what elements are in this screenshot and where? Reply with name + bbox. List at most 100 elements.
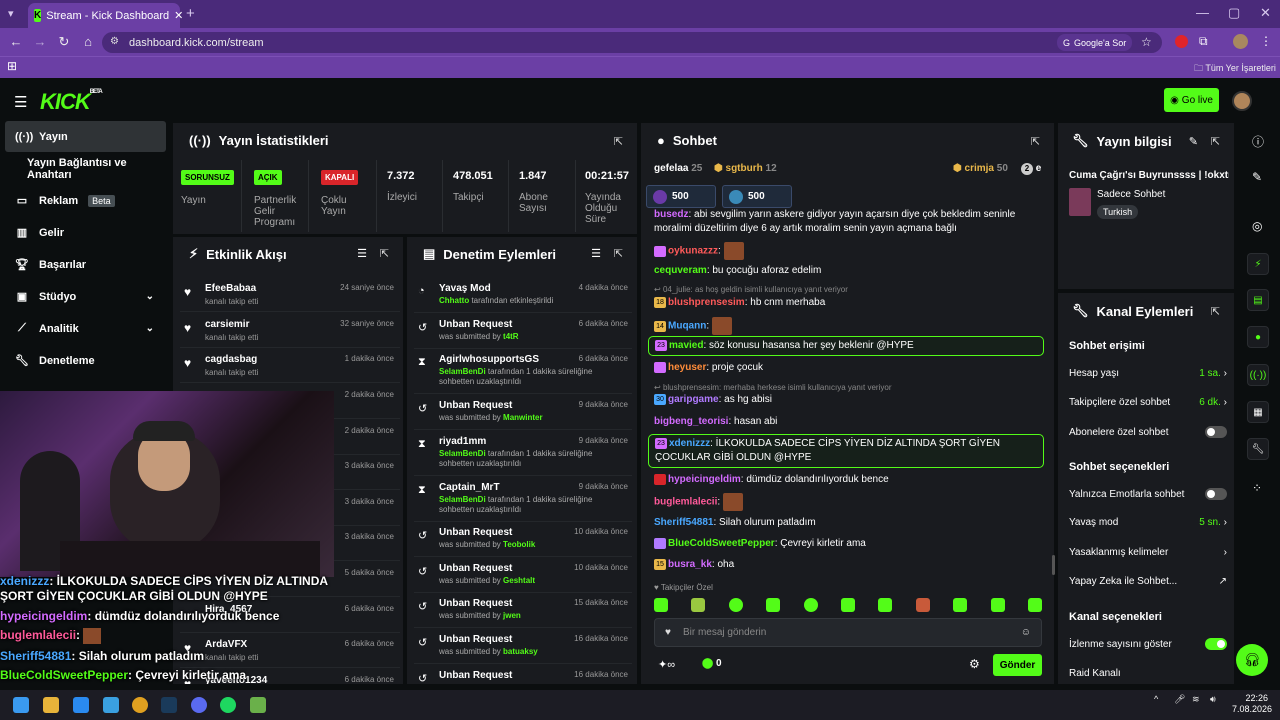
wifi-icon[interactable]: ≋	[1192, 694, 1200, 705]
kick-logo[interactable]: KICKBETA	[40, 89, 103, 115]
emote[interactable]	[803, 598, 818, 612]
all-bookmarks[interactable]: 🗀 Tüm Yer İşaretleri	[1194, 61, 1276, 77]
viewcount-toggle[interactable]	[1205, 638, 1227, 650]
tray-chevron-icon[interactable]: ^	[1154, 694, 1158, 704]
ai-chat-row[interactable]: Yapay Zeka ile Sohbet... ↗	[1069, 576, 1227, 587]
sidebar-item-ads[interactable]: ▭ Reklam Beta	[5, 185, 166, 216]
sidebar-item-achievements[interactable]: 🏆︎ Başarılar	[5, 249, 166, 280]
emote[interactable]	[766, 598, 781, 612]
popout-icon[interactable]: ⇱	[1211, 135, 1220, 148]
close-tab-icon[interactable]: ✕	[174, 9, 183, 22]
emote[interactable]	[878, 598, 893, 612]
popout-icon[interactable]: ⇱	[614, 135, 623, 148]
filter-icon[interactable]: ☰	[357, 247, 367, 260]
chat-user[interactable]: cequveram	[654, 265, 707, 276]
browser-menu-icon[interactable]: ⋮	[1260, 34, 1272, 48]
top-gifter-3[interactable]: ⬢ crimja 50	[953, 163, 1008, 174]
popout-icon[interactable]: ⇱	[380, 247, 389, 260]
chat-settings-icon[interactable]: ⚙	[969, 657, 980, 671]
chat-user[interactable]: hypeicingeldim	[668, 474, 741, 485]
discord-icon[interactable]	[191, 697, 207, 713]
slow-mode-row[interactable]: Yavaş mod 5 sn. ›	[1069, 517, 1227, 528]
edit-icon[interactable]: ✎	[1252, 170, 1262, 184]
forward-icon[interactable]: →	[32, 34, 48, 49]
raid-channel-row[interactable]: Raid Kanalı	[1069, 668, 1227, 679]
banned-words-row[interactable]: Yasaklanmış kelimeler ›	[1069, 547, 1227, 558]
sidebar-item-stream[interactable]: ((·)) Yayın	[5, 121, 166, 152]
emote[interactable]	[654, 598, 668, 612]
camera-icon[interactable]: ◎	[1252, 219, 1262, 233]
send-button[interactable]: Gönder	[993, 654, 1042, 676]
support-headset-icon[interactable]: 🎧︎	[1236, 644, 1268, 676]
pinned-gift-2[interactable]: 500	[722, 185, 792, 208]
steam-icon[interactable]	[161, 697, 177, 713]
minimize-icon[interactable]: —	[1196, 5, 1209, 20]
windows-start-icon[interactable]	[13, 697, 29, 713]
user-avatar[interactable]	[1232, 91, 1252, 111]
emote[interactable]	[728, 598, 743, 612]
sidebar-item-revenue[interactable]: ▥ Gelir	[5, 217, 166, 248]
google-ask-button[interactable]: G Google'a Sor	[1057, 34, 1133, 51]
maximize-icon[interactable]: ▢	[1228, 5, 1240, 21]
reload-icon[interactable]: ↻	[56, 34, 72, 50]
account-age-row[interactable]: Hesap yaşı 1 sa. ›	[1069, 368, 1227, 379]
go-live-button[interactable]: ◉ Go live	[1164, 88, 1219, 112]
home-icon[interactable]: ⌂	[80, 34, 96, 49]
url-input[interactable]: dashboard.kick.com/stream	[102, 32, 1162, 53]
extension-icon[interactable]	[1175, 35, 1188, 48]
menu-hamburger-icon[interactable]: ☰	[14, 93, 27, 111]
chat-user[interactable]: Muqann	[668, 321, 706, 332]
clock[interactable]: 22:26 7.08.2026	[1232, 693, 1272, 715]
top-gifter-1[interactable]: gefelaa 25	[654, 163, 702, 174]
mic-icon[interactable]: 🎤︎	[1174, 694, 1185, 705]
layout-icon[interactable]: ▦	[1247, 401, 1269, 423]
broadcast-icon[interactable]: ((·))	[1247, 364, 1269, 386]
chat-user[interactable]: BlueColdSweetPepper	[668, 538, 775, 549]
document-icon[interactable]: ▤	[1247, 289, 1269, 311]
top-gifter-2[interactable]: ⬢ sgtburh 12	[714, 163, 777, 174]
chat-user[interactable]: blushprensesim	[668, 297, 745, 308]
emote-only-toggle[interactable]	[1205, 488, 1227, 500]
emote[interactable]	[990, 598, 1005, 612]
chat-user[interactable]: mavied	[669, 340, 703, 351]
sidebar-item-studio[interactable]: ▣ Stüdyo ⌄	[5, 281, 166, 312]
followers-only-row[interactable]: Takipçilere özel sohbet 6 dk. ›	[1069, 397, 1227, 408]
spotify-icon[interactable]	[220, 697, 236, 713]
chat-user[interactable]: bigbeng_teorisi	[654, 416, 728, 427]
emoji-icon[interactable]: ☺	[1021, 627, 1031, 638]
sidebar-item-stream-key[interactable]: Yayın Bağlantısı ve Anahtarı	[5, 153, 166, 184]
emote[interactable]	[691, 598, 706, 612]
chat-user[interactable]: busra_kk	[668, 559, 712, 570]
chat-user[interactable]: garipgame	[668, 394, 719, 405]
edit-pencil-icon[interactable]: ✎	[1189, 135, 1198, 148]
lightning-icon[interactable]: ⚡︎	[1247, 253, 1269, 275]
chat-user[interactable]: Sheriff54881	[654, 517, 713, 528]
top-gifter-4[interactable]: 2 e	[1021, 163, 1041, 175]
chat-user[interactable]: buglemlalecii	[654, 497, 717, 508]
profile-avatar-icon[interactable]	[1233, 34, 1248, 49]
extensions-puzzle-icon[interactable]: ⧉	[1199, 34, 1208, 49]
chat-user[interactable]: oykunazzz	[668, 246, 718, 257]
close-window-icon[interactable]: ✕	[1260, 5, 1271, 21]
bookmark-star-icon[interactable]: ☆	[1141, 35, 1152, 49]
pinned-gift-1[interactable]: 500	[646, 185, 716, 208]
subs-only-toggle[interactable]	[1205, 426, 1227, 438]
kick-coins[interactable]: ⬤ 0	[702, 658, 722, 669]
mail-icon[interactable]	[103, 697, 119, 713]
chat-points[interactable]: ✦∞	[658, 658, 675, 671]
apps-grid-icon[interactable]: ⊞	[7, 59, 17, 73]
store-icon[interactable]	[73, 697, 89, 713]
popout-icon[interactable]: ⇱	[1211, 305, 1220, 318]
chrome-icon[interactable]	[132, 697, 148, 713]
chat-input[interactable]: ♥ Bir mesaj gönderin ☺	[654, 618, 1042, 647]
chat-user[interactable]: busedz	[654, 209, 688, 220]
popout-icon[interactable]: ⇱	[614, 247, 623, 260]
popout-icon[interactable]: ⇱	[1031, 135, 1040, 148]
chat-user[interactable]: heyuser	[668, 362, 706, 373]
site-info-icon[interactable]: ⚙	[110, 36, 119, 47]
file-explorer-icon[interactable]	[43, 697, 59, 713]
volume-icon[interactable]: 🔊︎	[1210, 694, 1216, 705]
sidebar-item-moderation[interactable]: 🔧︎ Denetleme	[5, 345, 166, 376]
tab-list-icon[interactable]: ▾	[8, 7, 14, 20]
sidebar-item-analytics[interactable]: ⟋ Analitik ⌄	[5, 313, 166, 344]
